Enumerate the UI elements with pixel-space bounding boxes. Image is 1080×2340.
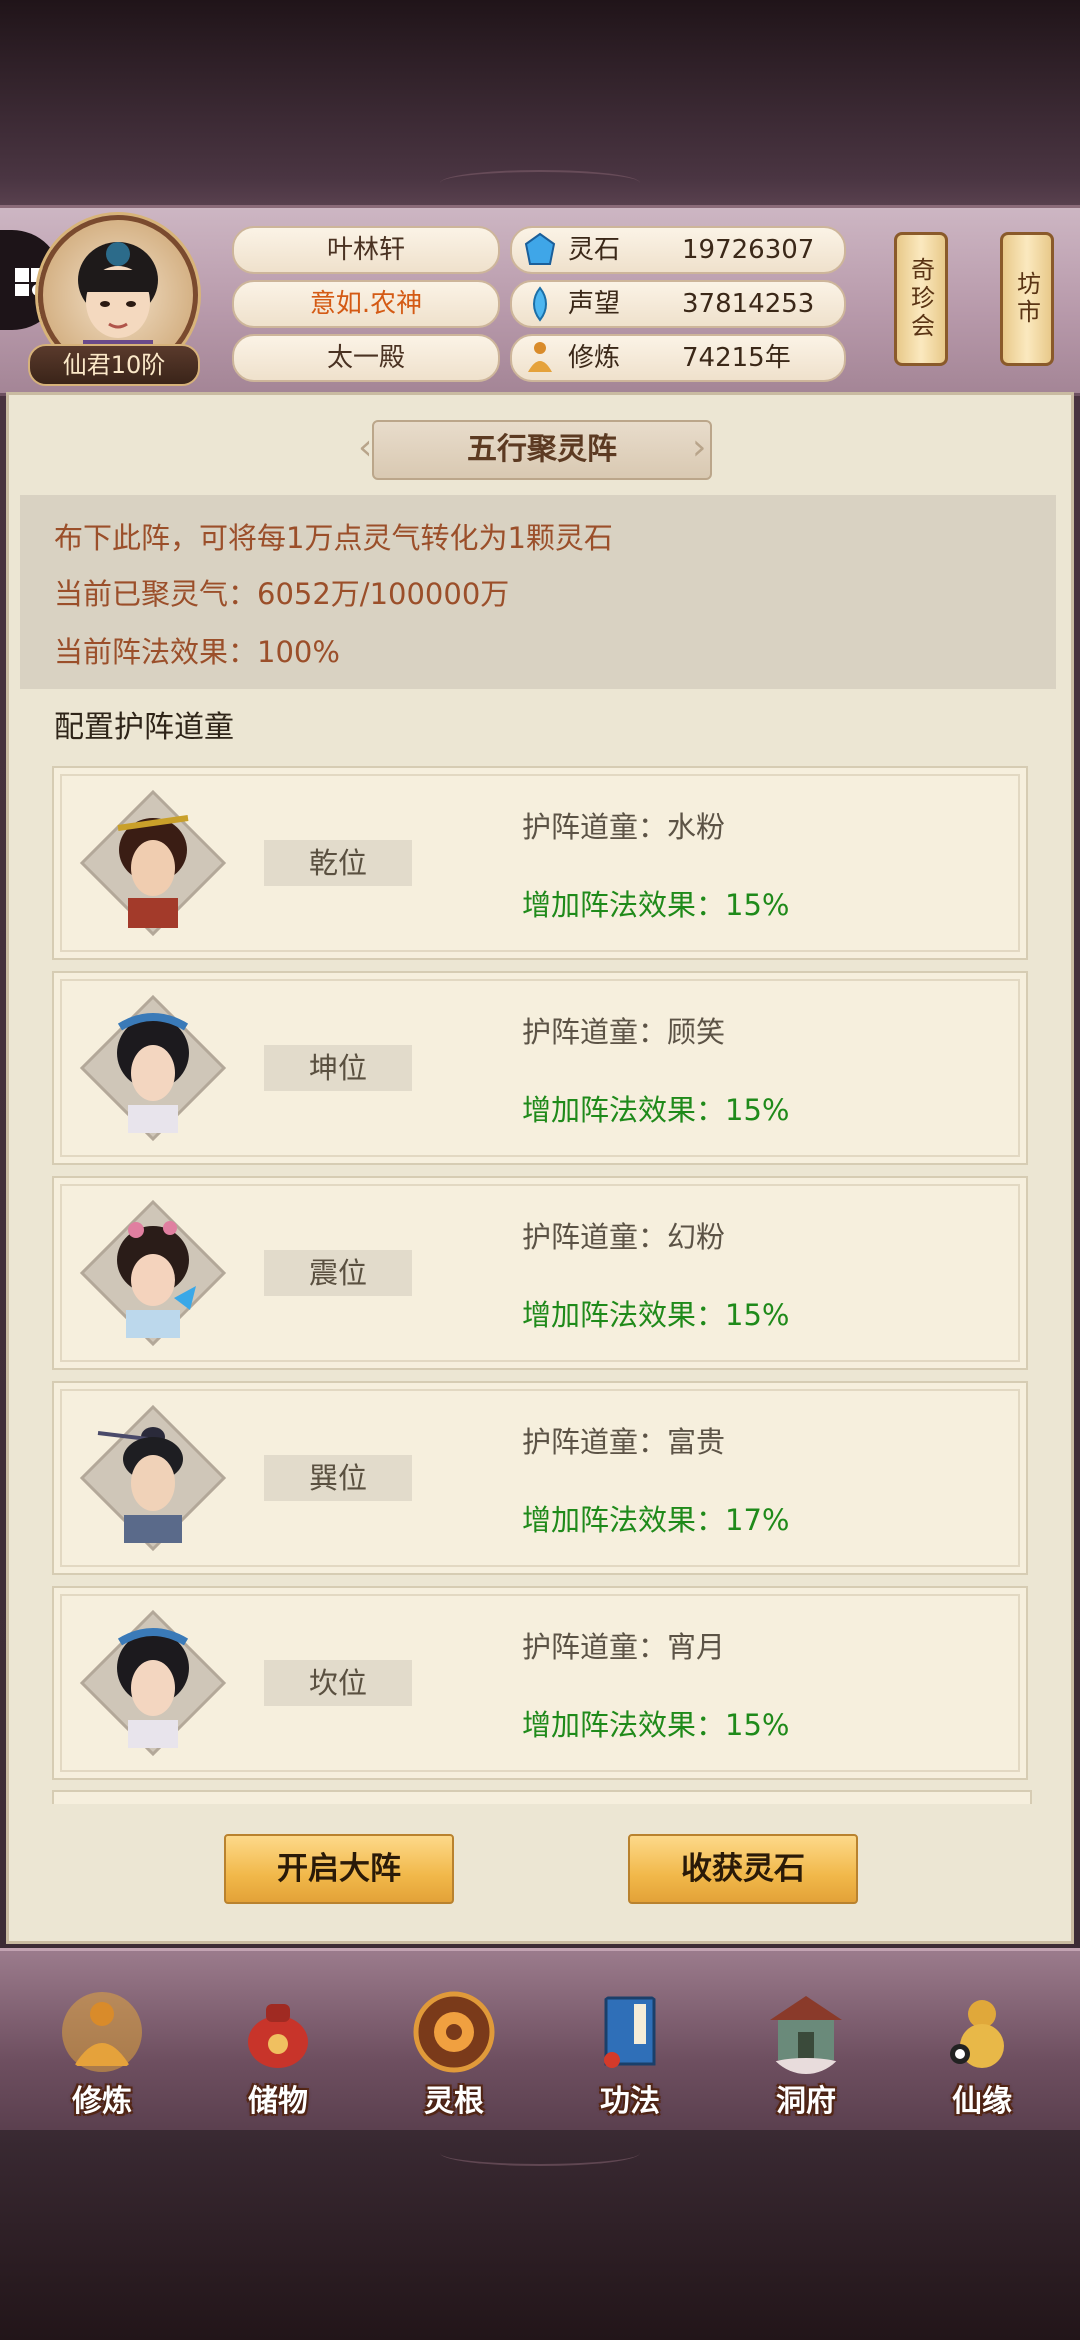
nav-immortal-fate[interactable]: 仙缘 bbox=[912, 1990, 1052, 2120]
panel-title: 五行聚灵阵 bbox=[372, 420, 712, 480]
position-tag: 坎位 bbox=[264, 1660, 412, 1706]
rank-badge: 仙君10阶 bbox=[28, 344, 200, 386]
guard-portrait-icon bbox=[79, 1199, 227, 1347]
guard-name: 护阵道童：富贵 bbox=[522, 1425, 726, 1459]
nav-storage[interactable]: 储物 bbox=[208, 1990, 348, 2120]
guard-card-xun[interactable]: 巽位 护阵道童：富贵 增加阵法效果：17% bbox=[52, 1381, 1028, 1575]
stat-prestige[interactable]: 声望 37814253 bbox=[510, 280, 846, 328]
position-tag: 巽位 bbox=[264, 1455, 412, 1501]
guard-portrait-icon bbox=[79, 1609, 227, 1757]
treasure-auction-button[interactable]: 奇珍会 bbox=[894, 232, 948, 366]
stat-cultivation[interactable]: 修炼 74215年 bbox=[510, 334, 846, 382]
guard-portrait-icon bbox=[79, 1404, 227, 1552]
immortal-gourd-icon bbox=[950, 2000, 1004, 2068]
cave-mansion-icon bbox=[768, 1996, 844, 2074]
position-tag: 乾位 bbox=[264, 840, 412, 886]
guard-portrait-icon bbox=[79, 789, 227, 937]
guard-card-kun[interactable]: 坤位 护阵道童：顾笑 增加阵法效果：15% bbox=[52, 971, 1028, 1165]
nav-spirit-root[interactable]: 灵根 bbox=[384, 1990, 524, 2120]
guard-name: 护阵道童：宵月 bbox=[522, 1630, 726, 1664]
guard-effect: 增加阵法效果：15% bbox=[522, 1708, 790, 1742]
top-ornament bbox=[440, 170, 640, 196]
nav-label: 灵根 bbox=[424, 2084, 484, 2119]
guard-card-kan[interactable]: 坎位 护阵道童：宵月 增加阵法效果：15% bbox=[52, 1586, 1028, 1780]
ribbon-right-end: › bbox=[692, 427, 707, 468]
guard-effect: 增加阵法效果：15% bbox=[522, 1093, 790, 1127]
info-line-qi-collected: 当前已聚灵气：6052万/100000万 bbox=[54, 577, 510, 611]
nav-label: 储物 bbox=[248, 2084, 308, 2119]
meditation-icon bbox=[62, 1992, 142, 2072]
cultivation-icon bbox=[528, 342, 552, 372]
start-array-button[interactable]: 开启大阵 bbox=[224, 1834, 454, 1904]
guard-card-zhen[interactable]: 震位 护阵道童：幻粉 增加阵法效果：15% bbox=[52, 1176, 1028, 1370]
info-line-conversion: 布下此阵，可将每1万点灵气转化为1颗灵石 bbox=[54, 521, 613, 555]
harvest-stones-button[interactable]: 收获灵石 bbox=[628, 1834, 858, 1904]
stat-value: 37814253 bbox=[682, 289, 815, 319]
section-label: 配置护阵道童 bbox=[54, 710, 234, 745]
stat-label: 声望 bbox=[568, 289, 621, 319]
guard-effect: 增加阵法效果：17% bbox=[522, 1503, 790, 1537]
info-line-array-effect: 当前阵法效果：100% bbox=[54, 635, 340, 669]
nav-label: 功法 bbox=[600, 2084, 660, 2119]
prestige-icon bbox=[533, 286, 547, 322]
storage-bag-icon bbox=[248, 2004, 308, 2068]
stat-label: 修炼 bbox=[568, 343, 621, 373]
scripture-book-icon bbox=[604, 1996, 656, 2068]
player-name: 叶林轩 bbox=[232, 226, 500, 274]
guard-portrait-icon bbox=[79, 994, 227, 1142]
nav-cultivate[interactable]: 修炼 bbox=[32, 1990, 172, 2120]
guard-name: 护阵道童：幻粉 bbox=[522, 1220, 726, 1254]
nav-label: 修炼 bbox=[72, 2084, 132, 2119]
guard-card-qian[interactable]: 乾位 护阵道童：水粉 增加阵法效果：15% bbox=[52, 766, 1028, 960]
stat-value: 19726307 bbox=[682, 235, 815, 265]
stat-value: 74215年 bbox=[682, 343, 791, 373]
next-card-edge bbox=[52, 1790, 1032, 1804]
position-tag: 坤位 bbox=[264, 1045, 412, 1091]
array-info-box: 布下此阵，可将每1万点灵气转化为1颗灵石 当前已聚灵气：6052万/100000… bbox=[20, 495, 1056, 689]
guard-name: 护阵道童：水粉 bbox=[522, 810, 726, 844]
guard-effect: 增加阵法效果：15% bbox=[522, 888, 790, 922]
spirit-root-icon bbox=[413, 1991, 495, 2073]
player-title[interactable]: 意如.农神 bbox=[232, 280, 500, 328]
guard-effect: 增加阵法效果：15% bbox=[522, 1298, 790, 1332]
nav-label: 仙缘 bbox=[952, 2084, 1012, 2119]
spirit-stone-icon bbox=[524, 232, 556, 265]
guard-name: 护阵道童：顾笑 bbox=[522, 1015, 726, 1049]
nav-techniques[interactable]: 功法 bbox=[560, 1990, 700, 2120]
bottom-ornament bbox=[440, 2140, 640, 2166]
stat-label: 灵石 bbox=[568, 235, 621, 265]
stat-spirit-stone[interactable]: 灵石 19726307 bbox=[510, 226, 846, 274]
nav-cave-mansion[interactable]: 洞府 bbox=[736, 1990, 876, 2120]
market-button[interactable]: 坊市 bbox=[1000, 232, 1054, 366]
nav-label: 洞府 bbox=[776, 2084, 836, 2119]
player-sect[interactable]: 太一殿 bbox=[232, 334, 500, 382]
position-tag: 震位 bbox=[264, 1250, 412, 1296]
